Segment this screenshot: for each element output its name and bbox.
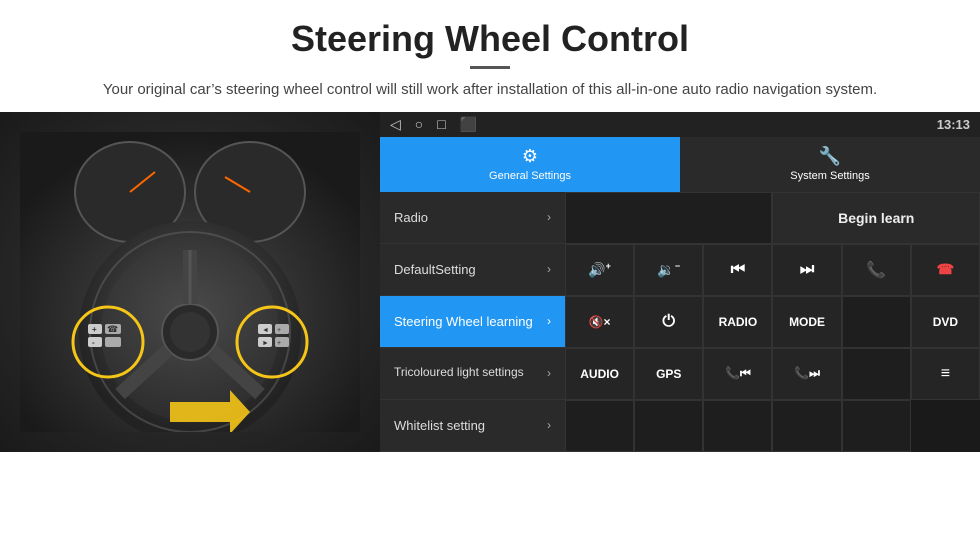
tel-prev-button[interactable]: 📞⏮ [703, 348, 772, 400]
hang-up-button[interactable]: ☎ [911, 244, 980, 296]
chevron-icon: › [547, 210, 551, 224]
menu-item-steering-label: Steering Wheel learning [394, 314, 533, 329]
tab-general-label: General Settings [489, 170, 571, 182]
svg-text:+: + [277, 340, 281, 347]
tab-general[interactable]: ⚙ General Settings [380, 137, 680, 191]
content-row: + - ☎ ◄ ► + + [0, 112, 980, 452]
svg-text:►: ► [262, 340, 269, 347]
vol-down-button[interactable]: 🔉− [634, 244, 703, 296]
dvd-label: DVD [933, 315, 958, 329]
title-divider [470, 66, 510, 69]
menu-item-radio[interactable]: Radio › [380, 192, 565, 244]
phone-button[interactable]: 📞 [842, 244, 911, 296]
empty-cell-2 [842, 296, 911, 348]
gps-label: GPS [656, 367, 681, 381]
steering-wheel-svg: + - ☎ ◄ ► + + [20, 132, 360, 432]
svg-text:+: + [277, 327, 281, 334]
empty-cell-5 [634, 400, 703, 452]
prev-track-icon: ⏮ [731, 261, 745, 279]
begin-learn-button[interactable]: Begin learn [772, 192, 980, 244]
mode-button[interactable]: MODE [772, 296, 841, 348]
prev-track-button[interactable]: ⏮ [703, 244, 772, 296]
chevron-icon: › [547, 418, 551, 432]
tab-system[interactable]: 🔧 System Settings [680, 137, 980, 191]
audio-button[interactable]: AUDIO [565, 348, 634, 400]
android-unit-panel: ◁ ○ □ ⬛ 13:13 ⚙ General Settings 🔧 Syste… [380, 112, 980, 452]
tab-system-label: System Settings [790, 170, 869, 182]
svg-text:☎: ☎ [107, 324, 118, 334]
status-bar-nav: ◁ ○ □ ⬛ [390, 116, 477, 133]
empty-cell-4 [565, 400, 634, 452]
gps-button[interactable]: GPS [634, 348, 703, 400]
list-icon: ≡ [941, 365, 950, 383]
right-buttons-grid: Begin learn 🔊+ 🔉− ⏮ ⏭ 📞 [565, 192, 980, 452]
empty-cell-7 [772, 400, 841, 452]
chevron-icon: › [547, 262, 551, 276]
svg-text:◄: ◄ [262, 327, 269, 334]
empty-cell-1 [565, 192, 772, 244]
hang-up-icon: ☎ [937, 261, 954, 278]
menu-item-whitelist[interactable]: Whitelist setting › [380, 400, 565, 452]
menu-item-default[interactable]: DefaultSetting › [380, 244, 565, 296]
radio-label: RADIO [719, 315, 758, 329]
empty-cell-8 [842, 400, 911, 452]
power-icon: ⏻ [662, 313, 675, 331]
menu-item-tricoloured[interactable]: Tricoloured light settings › [380, 348, 565, 400]
next-track-button[interactable]: ⏭ [772, 244, 841, 296]
empty-cell-3 [842, 348, 911, 400]
phone-icon: 📞 [866, 260, 886, 280]
menu-item-tricoloured-label: Tricoloured light settings [394, 365, 524, 381]
next-track-icon: ⏭ [800, 261, 814, 279]
home-icon[interactable]: ○ [415, 116, 423, 132]
tel-next-button[interactable]: 📞⏭ [772, 348, 841, 400]
mute-button[interactable]: 🔇× [565, 296, 634, 348]
svg-text:-: - [92, 338, 95, 347]
left-menu: Radio › DefaultSetting › Steering Wheel … [380, 192, 565, 452]
dvd-button[interactable]: DVD [911, 296, 980, 348]
menu-icon[interactable]: ⬛ [460, 116, 477, 133]
vol-down-icon: 🔉− [657, 261, 680, 279]
radio-button[interactable]: RADIO [703, 296, 772, 348]
mute-icon: 🔇× [589, 315, 611, 329]
menu-item-steering[interactable]: Steering Wheel learning › [380, 296, 565, 348]
top-section: Steering Wheel Control Your original car… [0, 0, 980, 112]
tabs-row: ⚙ General Settings 🔧 System Settings [380, 137, 980, 191]
vol-up-button[interactable]: 🔊+ [565, 244, 634, 296]
general-settings-icon: ⚙ [522, 146, 538, 167]
menu-item-whitelist-label: Whitelist setting [394, 418, 485, 433]
chevron-icon: › [547, 314, 551, 328]
back-icon[interactable]: ◁ [390, 116, 401, 133]
subtitle: Your original car’s steering wheel contr… [60, 79, 920, 102]
empty-cell-6 [703, 400, 772, 452]
tel-next-icon: 📞⏭ [794, 366, 820, 381]
audio-label: AUDIO [580, 367, 619, 381]
steering-wheel-image: + - ☎ ◄ ► + + [0, 112, 380, 452]
status-bar: ◁ ○ □ ⬛ 13:13 [380, 112, 980, 138]
vol-up-icon: 🔊+ [588, 261, 611, 279]
system-settings-icon: 🔧 [819, 146, 841, 167]
power-button[interactable]: ⏻ [634, 296, 703, 348]
clock: 13:13 [937, 117, 970, 132]
list-button[interactable]: ≡ [911, 348, 980, 400]
tel-prev-icon: 📞⏮ [725, 366, 751, 381]
svg-text:+: + [92, 325, 97, 334]
menu-item-default-label: DefaultSetting [394, 262, 476, 277]
chevron-icon: › [547, 366, 551, 380]
mode-label: MODE [789, 315, 825, 329]
page-title: Steering Wheel Control [60, 18, 920, 60]
recent-icon[interactable]: □ [437, 116, 445, 132]
menu-buttons-row: Radio › DefaultSetting › Steering Wheel … [380, 192, 980, 452]
menu-item-radio-label: Radio [394, 210, 428, 225]
